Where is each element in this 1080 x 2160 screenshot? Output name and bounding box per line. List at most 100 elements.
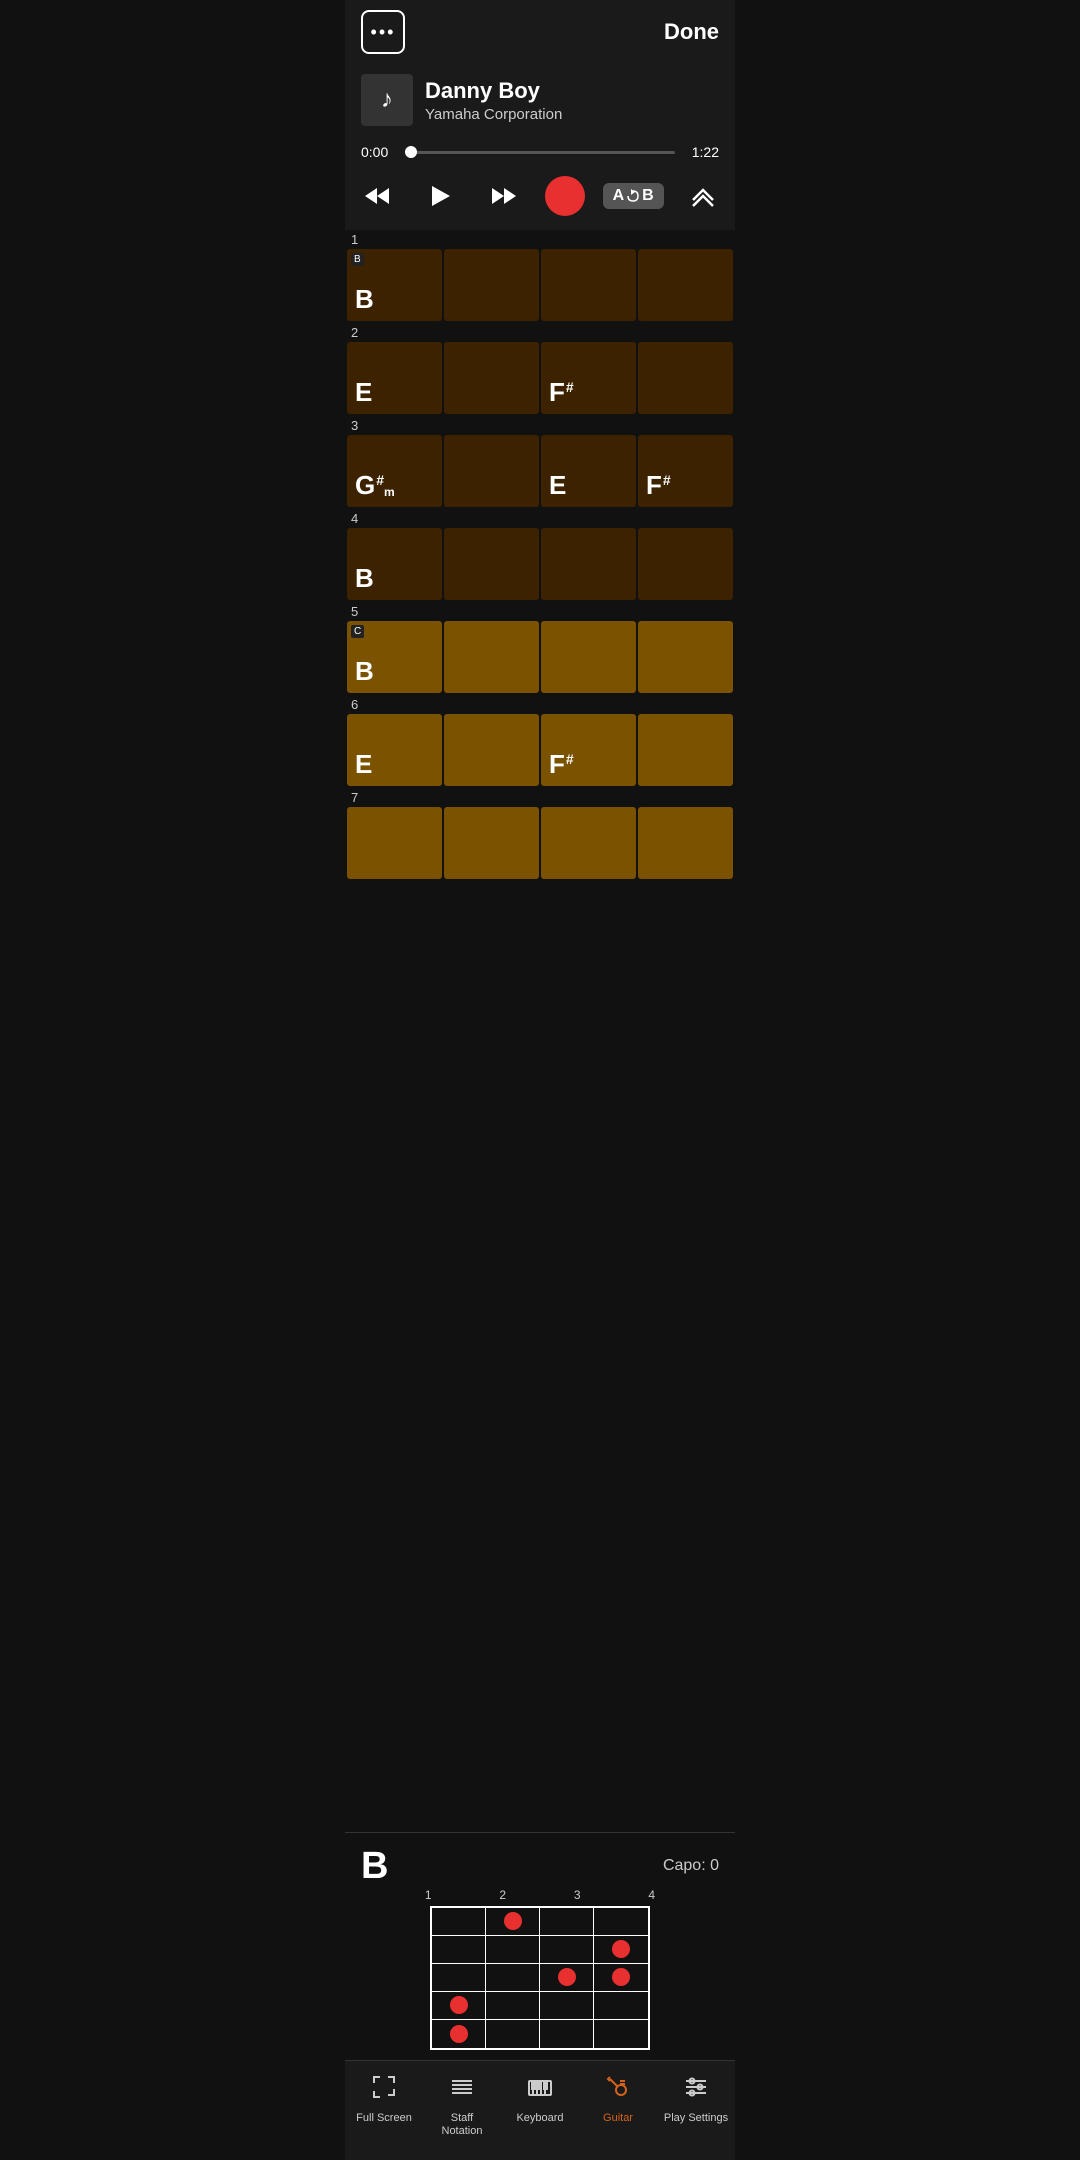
time-current: 0:00 [361,144,397,160]
finger-dot [504,1912,522,1930]
chord-label: F# [549,377,574,408]
fret-numbers: 1 2 3 4 [361,1888,719,1906]
play-button[interactable] [416,172,464,220]
chord-cell[interactable] [638,621,733,693]
chord-cells: E F# [345,342,735,414]
playback-bar: 0:00 1:22 [345,136,735,164]
chord-cell[interactable] [541,528,636,600]
staff-icon [448,2073,476,2108]
menu-icon: ••• [371,22,396,43]
transport-controls: A B [345,164,735,230]
fret-cell [540,1936,594,1964]
measure-row: 7 [345,788,735,881]
fret-cell [432,2020,486,2048]
chord-cell[interactable] [638,249,733,321]
nav-label-keyboard: Keyboard [516,2112,563,2125]
chord-cell[interactable] [541,249,636,321]
fret-cell [486,2020,540,2048]
chord-label: B [355,656,374,687]
measure-number: 6 [345,695,735,714]
chord-cell[interactable]: B [347,528,442,600]
finger-dot [450,1996,468,2014]
fret-cell [594,1908,648,1936]
chord-cell[interactable] [444,714,539,786]
nav-item-keyboard[interactable]: Keyboard [501,2067,579,2144]
nav-item-guitar[interactable]: Guitar [579,2067,657,2144]
chord-cells: CB [345,621,735,693]
nav-item-settings[interactable]: Play Settings [657,2067,735,2144]
chord-cell[interactable]: F# [638,435,733,507]
chord-cell[interactable] [638,714,733,786]
measure-row: 3G#mEF# [345,416,735,509]
fret-cell [432,1992,486,2020]
record-button[interactable] [543,174,587,218]
nav-item-staff[interactable]: Staff Notation [423,2067,501,2144]
measure-row: 1BB [345,230,735,323]
chord-label: G#m [355,470,395,501]
chord-cell[interactable] [444,528,539,600]
chord-cell[interactable]: F# [541,342,636,414]
fret-cell [540,1908,594,1936]
chord-cell[interactable]: G#m [347,435,442,507]
chord-label: E [355,749,372,780]
chord-cell[interactable] [638,342,733,414]
measure-row: 5CB [345,602,735,695]
chord-cell[interactable] [444,807,539,879]
fret-cell [594,1936,648,1964]
chord-cell[interactable]: E [347,342,442,414]
ab-button[interactable]: A B [603,183,664,209]
settings-icon [682,2073,710,2108]
chord-cell[interactable] [638,807,733,879]
chord-label: B [355,284,374,315]
measure-number: 7 [345,788,735,807]
rewind-button[interactable] [353,172,401,220]
chord-cell[interactable] [444,435,539,507]
chord-cell[interactable] [444,621,539,693]
chord-label: F# [646,470,671,501]
nav-label-fullscreen: Full Screen [356,2112,412,2125]
bottom-nav: Full Screen Staff Notation Keyboard GuitarP… [345,2060,735,2160]
chord-cell[interactable]: E [347,714,442,786]
chord-label: E [549,470,566,501]
chord-cell[interactable] [347,807,442,879]
chord-cell[interactable] [638,528,733,600]
progress-thumb[interactable] [405,146,417,158]
header: ••• Done [345,0,735,64]
chord-grid[interactable]: 1BB2EF#3G#mEF#4B5CB6EF#7 [345,230,735,1832]
fret-cell [486,1936,540,1964]
fret-cell [594,1964,648,1992]
record-icon [545,176,585,216]
measure-row: 4B [345,509,735,602]
chord-cell[interactable]: E [541,435,636,507]
chord-cell[interactable] [444,342,539,414]
chord-cells: G#m E F# [345,435,735,507]
chord-cell[interactable]: BB [347,249,442,321]
chord-cell[interactable] [541,621,636,693]
nav-item-fullscreen[interactable]: Full Screen [345,2067,423,2144]
fast-forward-icon [490,182,518,210]
menu-button[interactable]: ••• [361,10,405,54]
fret-number: 3 [574,1888,581,1902]
fret-cell [540,1992,594,2020]
fret-cell [540,1964,594,1992]
finger-dot [450,2025,468,2043]
chord-cell[interactable] [444,249,539,321]
chord-label: F# [549,749,574,780]
chord-cell[interactable]: F# [541,714,636,786]
keyboard-icon [526,2073,554,2108]
ab-repeat-icon [626,189,640,203]
song-title: Danny Boy [425,78,562,104]
fret-number: 2 [499,1888,506,1902]
fast-forward-button[interactable] [480,172,528,220]
song-artist: Yamaha Corporation [425,106,562,123]
chord-cell[interactable]: CB [347,621,442,693]
chord-cell[interactable] [541,807,636,879]
done-button[interactable]: Done [664,19,719,45]
chord-cells: B [345,528,735,600]
fret-number: 4 [648,1888,655,1902]
measure-number: 5 [345,602,735,621]
fret-cell [432,1936,486,1964]
fret-number: 1 [425,1888,432,1902]
scroll-up-button[interactable] [679,172,727,220]
progress-bar[interactable] [405,151,675,154]
